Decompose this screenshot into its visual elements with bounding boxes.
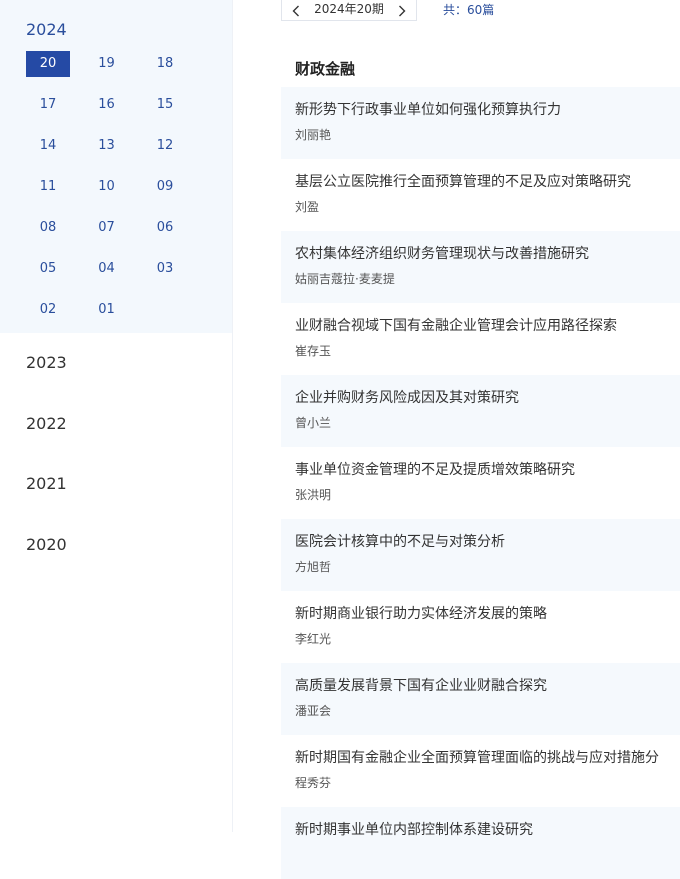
article-title[interactable]: 新形势下行政事业单位如何强化预算执行力 [295, 101, 680, 119]
issue-02[interactable]: 02 [26, 297, 70, 323]
issue-01[interactable]: 01 [85, 297, 129, 323]
issue-17[interactable]: 17 [26, 92, 70, 118]
issue-navigator: 2024年20期 [281, 0, 417, 21]
list-item[interactable]: 新时期事业单位内部控制体系建设研究 [281, 807, 680, 879]
issue-12[interactable]: 12 [143, 133, 187, 159]
article-author: 刘丽艳 [295, 128, 332, 142]
issue-18[interactable]: 18 [143, 51, 187, 77]
chevron-right-icon[interactable] [398, 5, 406, 16]
current-issue-label: 2024年20期 [314, 2, 384, 16]
issue-03[interactable]: 03 [143, 256, 187, 282]
article-author: 李红光 [295, 632, 332, 646]
list-item[interactable]: 高质量发展背景下国有企业业财融合探究潘亚会 [281, 663, 680, 735]
article-author: 姑丽吉蔻拉·麦麦提 [295, 272, 395, 286]
list-item[interactable]: 医院会计核算中的不足与对策分析方旭哲 [281, 519, 680, 591]
issue-15[interactable]: 15 [143, 92, 187, 118]
issue-08[interactable]: 08 [26, 215, 70, 241]
article-title[interactable]: 新时期事业单位内部控制体系建设研究 [295, 821, 680, 839]
chevron-left-icon[interactable] [292, 5, 300, 16]
year-2024[interactable]: 2024 [26, 20, 67, 39]
issue-13[interactable]: 13 [85, 133, 129, 159]
issue-16[interactable]: 16 [85, 92, 129, 118]
list-item[interactable]: 农村集体经济组织财务管理现状与改善措施研究姑丽吉蔻拉·麦麦提 [281, 231, 680, 303]
list-item[interactable]: 新形势下行政事业单位如何强化预算执行力刘丽艳 [281, 87, 680, 159]
year-2023[interactable]: 2023 [26, 353, 67, 372]
current-year-panel: 2024 20 19 18 17 16 15 14 13 12 11 10 09 08 07 06 05 04 0… [0, 0, 232, 333]
issue-grid: 20 19 18 17 16 15 14 13 12 11 10 09 08 07 06 05 04 03 02 01 [26, 51, 187, 323]
article-author: 刘盈 [295, 200, 320, 214]
issue-06[interactable]: 06 [143, 215, 187, 241]
list-item[interactable]: 基层公立医院推行全面预算管理的不足及应对策略研究刘盈 [281, 159, 680, 231]
list-item[interactable]: 企业并购财务风险成因及其对策研究曾小兰 [281, 375, 680, 447]
issue-05[interactable]: 05 [26, 256, 70, 282]
year-2021[interactable]: 2021 [26, 474, 67, 493]
issue-07[interactable]: 07 [85, 215, 129, 241]
year-2022[interactable]: 2022 [26, 414, 67, 433]
list-item[interactable]: 业财融合视域下国有金融企业管理会计应用路径探索崔存玉 [281, 303, 680, 375]
issue-04[interactable]: 04 [85, 256, 129, 282]
article-title[interactable]: 事业单位资金管理的不足及提质增效策略研究 [295, 461, 680, 479]
article-title[interactable]: 基层公立医院推行全面预算管理的不足及应对策略研究 [295, 173, 680, 191]
article-author: 崔存玉 [295, 344, 332, 358]
year-2020[interactable]: 2020 [26, 535, 67, 554]
article-author: 潘亚会 [295, 704, 332, 718]
issue-19[interactable]: 19 [85, 51, 129, 77]
article-title[interactable]: 高质量发展背景下国有企业业财融合探究 [295, 677, 680, 695]
list-item[interactable]: 新时期商业银行助力实体经济发展的策略李红光 [281, 591, 680, 663]
issue-09[interactable]: 09 [143, 174, 187, 200]
article-author: 张洪明 [295, 488, 332, 502]
article-author: 曾小兰 [295, 416, 332, 430]
article-title[interactable]: 新时期国有金融企业全面预算管理面临的挑战与应对措施分 [295, 749, 680, 767]
article-title[interactable]: 农村集体经济组织财务管理现状与改善措施研究 [295, 245, 680, 263]
list-item[interactable]: 新时期国有金融企业全面预算管理面临的挑战与应对措施分程秀芬 [281, 735, 680, 807]
article-count: 共：60篇 [443, 3, 495, 17]
article-author: 方旭哲 [295, 560, 332, 574]
issue-14[interactable]: 14 [26, 133, 70, 159]
article-title[interactable]: 新时期商业银行助力实体经济发展的策略 [295, 605, 680, 623]
year-sidebar: 2024 20 19 18 17 16 15 14 13 12 11 10 09 08 07 06 05 04 0… [0, 0, 233, 832]
list-item[interactable]: 事业单位资金管理的不足及提质增效策略研究张洪明 [281, 447, 680, 519]
issue-10[interactable]: 10 [85, 174, 129, 200]
article-title[interactable]: 企业并购财务风险成因及其对策研究 [295, 389, 680, 407]
article-author: 程秀芬 [295, 776, 332, 790]
article-title[interactable]: 业财融合视域下国有金融企业管理会计应用路径探索 [295, 317, 680, 335]
issue-20[interactable]: 20 [26, 51, 70, 77]
article-list: 新形势下行政事业单位如何强化预算执行力刘丽艳基层公立医院推行全面预算管理的不足及… [281, 87, 680, 879]
article-title[interactable]: 医院会计核算中的不足与对策分析 [295, 533, 680, 551]
issue-11[interactable]: 11 [26, 174, 70, 200]
section-title: 财政金融 [295, 60, 356, 78]
